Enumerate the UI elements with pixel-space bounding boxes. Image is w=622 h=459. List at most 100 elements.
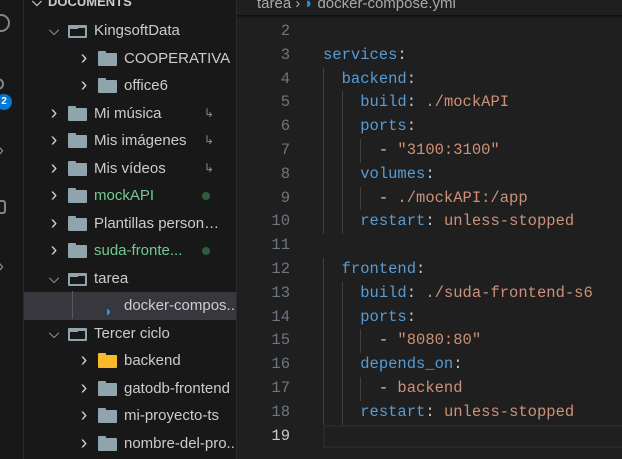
chevron-right-icon[interactable]: › xyxy=(48,182,60,210)
indent-guide xyxy=(323,115,324,139)
folder-icon xyxy=(68,243,87,258)
tree-item[interactable]: › Plantillas personal... xyxy=(24,210,236,238)
code-line[interactable]: - "8080:80" xyxy=(323,329,481,353)
tree-item[interactable]: › mi-proyecto-ts xyxy=(24,402,236,430)
code-token: - xyxy=(378,331,398,350)
chevron-down-icon[interactable]: ⌵ xyxy=(48,320,60,348)
tree-item[interactable]: › mockAPI xyxy=(24,182,236,210)
line-number: 14 xyxy=(271,307,290,326)
activity-bar: 2 › › xyxy=(0,0,24,459)
chevron-right-icon[interactable]: › xyxy=(78,72,90,100)
indent-guide xyxy=(323,162,324,187)
chevron-right-icon[interactable]: › xyxy=(48,100,60,128)
tree-item-label: Mi música xyxy=(94,104,162,122)
folder-open-icon xyxy=(68,327,87,341)
remote-icon[interactable]: › xyxy=(0,256,4,277)
code-token: : xyxy=(406,307,417,326)
symlink-icon: ↳ xyxy=(204,133,215,147)
tree-item-label: docker-compos... xyxy=(124,297,237,314)
code-line[interactable]: build: ./suda-frontend-s6 xyxy=(323,282,593,306)
code-token: : xyxy=(425,164,435,183)
code-token: ports xyxy=(360,117,407,136)
code-token: : xyxy=(406,117,417,136)
tree-item[interactable]: › nombre-del-pro... xyxy=(24,430,236,458)
tree-item[interactable]: › suda-fronte... xyxy=(24,237,236,265)
chevron-down-icon[interactable]: ⌵ xyxy=(48,17,60,45)
code-line[interactable]: build: ./mockAPI xyxy=(323,91,509,115)
chevron-right-icon[interactable]: › xyxy=(48,237,60,265)
tree-item[interactable]: › COOPERATIVA xyxy=(24,45,236,73)
tree-item-label: COOPERATIVA xyxy=(124,49,231,67)
indent-guide xyxy=(341,377,343,401)
indent-guide xyxy=(323,91,324,116)
chevron-right-icon[interactable]: › xyxy=(78,347,90,375)
code-line[interactable]: - "3100:3100" xyxy=(323,139,500,163)
chevron-right-icon[interactable]: › xyxy=(48,127,60,155)
chevron-right-icon[interactable]: › xyxy=(78,375,90,403)
breadcrumb: tarea › ◗ docker-compose.yml xyxy=(257,0,456,14)
code-line[interactable]: backend: xyxy=(323,68,416,92)
indent-guide xyxy=(341,353,343,377)
symlink-icon: ↳ xyxy=(204,105,215,120)
line-number: 13 xyxy=(271,283,290,302)
code-line[interactable]: - backend xyxy=(323,377,463,401)
tree-item-label: backend xyxy=(124,352,181,369)
chevron-right-icon[interactable]: › xyxy=(48,155,60,183)
tree-item[interactable]: › backend xyxy=(24,347,236,375)
code-token: depends_on xyxy=(360,355,454,374)
breadcrumb-folder[interactable]: tarea xyxy=(257,0,291,12)
code-line[interactable]: depends_on: xyxy=(323,353,462,377)
tree-item[interactable]: › Mis imágenes ↳ xyxy=(24,127,236,155)
code-token: ./mockAPI:/app xyxy=(397,188,528,207)
editor[interactable]: tarea › ◗ docker-compose.yml 2 3 services: 4 … xyxy=(237,0,622,459)
run-debug-icon[interactable]: › xyxy=(0,140,4,161)
explorer-sidebar: ⌵ DOCUMENTS ⌵ KingsoftData › COOPERATIVA › off… xyxy=(24,0,237,459)
tree-item[interactable]: ◗ docker-compos... xyxy=(24,292,237,320)
source-control-badge: 2 xyxy=(0,94,12,110)
indent-guide xyxy=(72,291,73,319)
code-line[interactable]: ports: xyxy=(323,306,416,330)
line-number: 5 xyxy=(280,93,290,112)
line-number: 8 xyxy=(280,164,290,183)
folder-open-icon xyxy=(68,272,87,286)
code-token: ./mockAPI xyxy=(425,93,510,112)
chevron-right-icon[interactable]: › xyxy=(78,430,90,458)
tree-item[interactable]: › Mi música ↳ xyxy=(24,100,236,128)
code-line[interactable]: restart: unless-stopped xyxy=(323,210,574,234)
line-number: 2 xyxy=(280,22,290,40)
code-token: - xyxy=(378,188,398,207)
code-line[interactable]: ports: xyxy=(323,115,416,139)
tree-item-label: suda-fronte... xyxy=(94,242,183,259)
line-number: 6 xyxy=(280,117,290,136)
breadcrumb-file[interactable]: docker-compose.yml xyxy=(317,0,455,12)
code-line[interactable]: frontend: xyxy=(323,258,426,282)
chevron-right-icon[interactable]: › xyxy=(78,402,90,430)
tree-item[interactable]: ⌵ Tercer ciclo xyxy=(24,320,236,348)
chevron-down-icon[interactable]: ⌵ xyxy=(48,265,60,293)
line-number: 15 xyxy=(271,331,290,350)
tree-item[interactable]: › Mis vídeos ↳ xyxy=(24,155,236,183)
code-line[interactable]: - ./mockAPI:/app xyxy=(323,187,528,211)
code-line[interactable]: services: xyxy=(323,44,407,68)
code-token: - xyxy=(378,379,398,397)
tree-item-label: office6 xyxy=(124,77,168,94)
explorer-section-header[interactable]: ⌵ DOCUMENTS xyxy=(32,0,132,12)
source-control-icon[interactable] xyxy=(0,78,4,90)
folder-icon xyxy=(98,50,117,66)
tree-item-label: mi-proyecto-ts xyxy=(124,407,220,424)
line-number: 18 xyxy=(271,402,290,421)
tree-item[interactable]: › gatodb-frontend xyxy=(24,375,236,403)
extensions-icon[interactable] xyxy=(0,200,6,214)
chevron-right-icon[interactable]: › xyxy=(78,45,90,73)
chevron-down-icon: ⌵ xyxy=(32,0,42,9)
indent-guide xyxy=(341,162,343,187)
search-icon[interactable] xyxy=(0,14,10,32)
code-line[interactable]: volumes: xyxy=(323,163,435,187)
tree-item[interactable]: ⌵ tarea xyxy=(24,265,236,293)
code-token: : xyxy=(416,260,426,278)
tree-item[interactable]: › office6 xyxy=(24,72,236,100)
code-line[interactable]: restart: unless-stopped xyxy=(323,401,574,425)
tree-item[interactable]: ⌵ KingsoftData xyxy=(24,17,236,45)
chevron-right-icon[interactable]: › xyxy=(48,210,60,238)
code-token: services xyxy=(323,45,398,64)
